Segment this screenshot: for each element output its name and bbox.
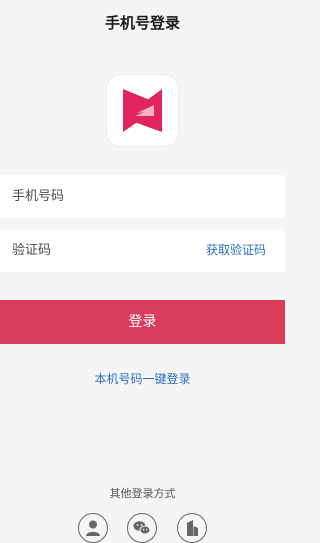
one-click-login-link[interactable]: 本机号码一键登录 <box>0 370 285 387</box>
wechat-login-button[interactable] <box>127 513 157 543</box>
app-logo <box>107 75 178 146</box>
page-title: 手机号登录 <box>104 14 180 32</box>
login-button[interactable]: 登录 <box>0 300 285 344</box>
phone-field-row <box>0 175 285 218</box>
phone-input[interactable] <box>12 175 192 218</box>
account-login-button[interactable] <box>78 513 108 543</box>
verification-code-input[interactable] <box>12 229 192 272</box>
code-field-row: 获取验证码 <box>0 229 285 272</box>
other-login-label: 其他登录方式 <box>109 487 176 500</box>
get-code-button[interactable]: 获取验证码 <box>206 229 266 272</box>
enterprise-login-button[interactable] <box>177 513 207 543</box>
app-logo-icon <box>123 89 162 132</box>
